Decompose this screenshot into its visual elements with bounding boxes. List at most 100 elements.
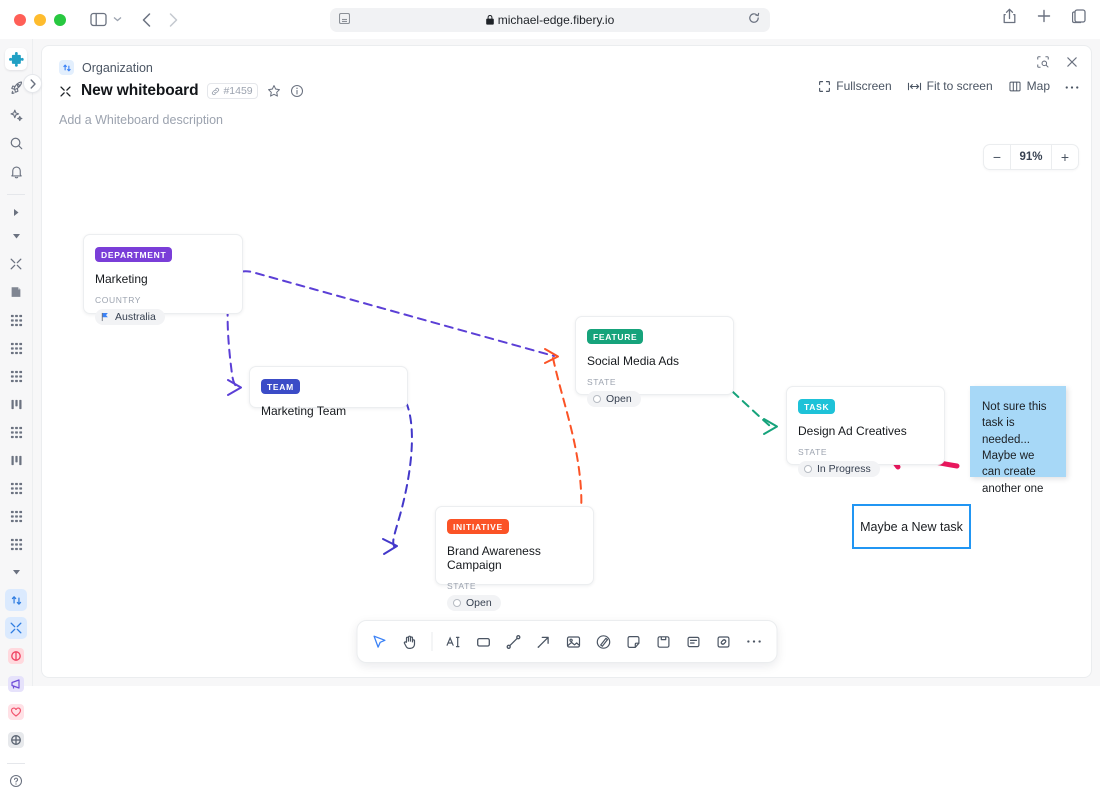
sidebar-item-space-gray[interactable] [5, 729, 27, 751]
line-icon [506, 634, 522, 650]
sidebar-item-grid-view-4[interactable] [5, 421, 27, 443]
hand-tool[interactable] [396, 628, 423, 655]
sidebar-item-ai-sparkles[interactable] [5, 104, 27, 126]
panel-corner-actions [1036, 55, 1079, 74]
fit-to-screen-label: Fit to screen [927, 79, 993, 93]
entity-id-chip[interactable]: #1459 [207, 83, 257, 99]
title-row: New whiteboard #1459 [59, 82, 304, 100]
forward-arrow-icon[interactable] [169, 13, 178, 27]
expand-panel-icon[interactable] [1036, 55, 1050, 74]
sidebar-item-notifications[interactable] [5, 160, 27, 182]
close-icon[interactable] [1065, 55, 1079, 74]
sidebar-item-grid-view-2[interactable] [5, 337, 27, 359]
info-icon[interactable] [290, 84, 304, 98]
star-icon[interactable] [267, 84, 281, 98]
description-placeholder[interactable]: Add a Whiteboard description [59, 113, 223, 127]
whiteboard-drag-icon [9, 621, 23, 635]
card-title: Social Media Ads [587, 354, 722, 368]
whiteboard-canvas[interactable]: DEPARTMENT Marketing COUNTRY Australia T… [42, 130, 1091, 677]
rectangle-tool[interactable] [470, 628, 497, 655]
window-controls[interactable] [14, 14, 66, 26]
fit-to-screen-button[interactable]: Fit to screen [907, 79, 993, 93]
sidebar-item-caret-more[interactable] [5, 561, 27, 583]
text-tool[interactable] [440, 628, 467, 655]
select-tool[interactable] [366, 628, 393, 655]
entity-type-badge: TEAM [261, 379, 300, 394]
arrowhead-task-in [764, 419, 777, 434]
sidebar-item-grid-view-6[interactable] [5, 505, 27, 527]
url-text-container: michael-edge.fibery.io [330, 13, 770, 27]
page-title[interactable]: New whiteboard [81, 82, 198, 100]
reader-view-icon[interactable] [339, 11, 350, 29]
rectangle-icon [476, 634, 492, 650]
state-chip[interactable]: Open [447, 595, 501, 611]
sidebar-item-grid-view-5[interactable] [5, 477, 27, 499]
sidebar-item-documents[interactable] [5, 281, 27, 303]
plus-icon[interactable] [1037, 9, 1051, 23]
map-button[interactable]: Map [1008, 79, 1050, 93]
main-panel: Organization New whiteboard #1459 [33, 39, 1100, 686]
card-department-marketing[interactable]: DEPARTMENT Marketing COUNTRY Australia [83, 234, 243, 314]
card-initiative-brand-awareness-campaign[interactable]: INITIATIVE Brand Awareness Campaign STAT… [435, 506, 594, 585]
arrow-tool[interactable] [530, 628, 557, 655]
tab-overview-icon[interactable] [1072, 9, 1086, 24]
drag-handle-icon[interactable] [59, 85, 72, 98]
state-chip-label: In Progress [817, 463, 871, 475]
image-tool[interactable] [560, 628, 587, 655]
board-icon [10, 454, 23, 467]
lock-icon [486, 15, 494, 25]
sidebar-item-grid-view-3[interactable] [5, 365, 27, 387]
zoom-out-button[interactable]: − [984, 145, 1010, 169]
state-chip[interactable]: In Progress [798, 461, 880, 477]
heart-icon [8, 704, 24, 720]
card-team-marketing-team[interactable]: TEAM Marketing Team [249, 366, 408, 408]
country-chip[interactable]: Australia [95, 309, 165, 325]
share-icon[interactable] [1003, 8, 1016, 24]
embed-tool[interactable] [680, 628, 707, 655]
card-task-design-ad-creatives[interactable]: TASK Design Ad Creatives STATE In Progre… [786, 386, 945, 465]
sidebar-item-space-red[interactable] [5, 645, 27, 667]
back-arrow-icon[interactable] [142, 13, 151, 27]
sidebar-item-board-view-1[interactable] [5, 393, 27, 415]
sticky-note[interactable]: Not sure this task is needed... Maybe we… [970, 386, 1066, 477]
sidebar-item-board-view-2[interactable] [5, 449, 27, 471]
line-tool[interactable] [500, 628, 527, 655]
sidebar-item-grid-view-1[interactable] [5, 309, 27, 331]
sidebar-expand-button[interactable] [23, 74, 42, 93]
sidebar-item-collapse-arrow[interactable] [5, 201, 27, 223]
fullscreen-button[interactable]: Fullscreen [818, 79, 891, 93]
sidebar-item-space-pink[interactable] [5, 701, 27, 723]
card-field-label: STATE [447, 581, 582, 591]
maximize-window-button[interactable] [54, 14, 66, 26]
sidebar-item-grid-view-7[interactable] [5, 533, 27, 555]
grid-icon [10, 510, 23, 523]
sidebar-item-space-purple[interactable] [5, 673, 27, 695]
sidebar-chevron-down-icon[interactable] [113, 14, 122, 25]
sticky-note-tool[interactable] [620, 628, 647, 655]
sidebar-item-app-logo[interactable] [5, 48, 27, 70]
sidebar-item-whiteboards[interactable] [5, 253, 27, 275]
state-chip[interactable]: Open [587, 391, 641, 407]
entity-type-badge: INITIATIVE [447, 519, 509, 534]
reload-icon[interactable] [748, 11, 760, 29]
draw-tool[interactable] [590, 628, 617, 655]
sidebar-item-expand-arrow[interactable] [5, 225, 27, 247]
url-host: michael-edge.fibery.io [498, 13, 615, 27]
sidebar-toggle-icon[interactable] [90, 12, 107, 27]
sidebar-item-search[interactable] [5, 132, 27, 154]
more-options-button[interactable] [1065, 79, 1079, 93]
close-window-button[interactable] [14, 14, 26, 26]
shape-rectangle-maybe-a-new-task[interactable]: Maybe a New task [852, 504, 971, 549]
sidebar-item-current-whiteboard[interactable] [5, 617, 27, 639]
sidebar-item-help[interactable] [5, 770, 27, 792]
card-feature-social-media-ads[interactable]: FEATURE Social Media Ads STATE Open [575, 316, 734, 395]
more-tools-button[interactable] [740, 628, 767, 655]
link-entity-tool[interactable] [710, 628, 737, 655]
zoom-in-button[interactable]: + [1052, 145, 1078, 169]
minimize-window-button[interactable] [34, 14, 46, 26]
address-bar[interactable]: michael-edge.fibery.io [330, 8, 770, 32]
sidebar-item-sync-space[interactable] [5, 589, 27, 611]
card-tool[interactable] [650, 628, 677, 655]
breadcrumb[interactable]: Organization [59, 60, 153, 75]
entity-id-label: #1459 [223, 85, 252, 97]
